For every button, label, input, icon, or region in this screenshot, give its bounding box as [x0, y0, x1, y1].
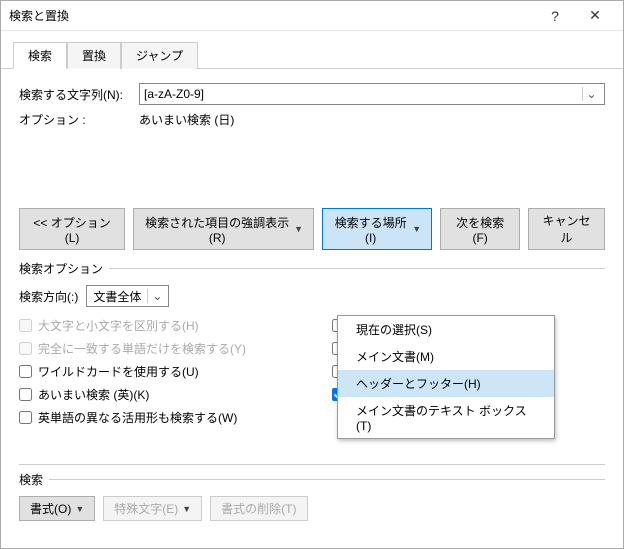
- whole-word-checkbox: 完全に一致する単語だけを検索する(Y): [19, 340, 292, 357]
- search-options-title: 検索オプション: [19, 260, 109, 277]
- search-direction-label: 検索方向(:): [19, 288, 78, 305]
- close-button[interactable]: ✕: [575, 7, 615, 24]
- wildcards-checkbox[interactable]: ワイルドカードを使用する(U): [19, 363, 292, 380]
- help-button[interactable]: ?: [535, 8, 575, 24]
- chevron-down-icon: ▼: [294, 224, 303, 234]
- format-button[interactable]: 書式(O)▼: [19, 496, 95, 521]
- find-format-title: 検索: [19, 471, 49, 488]
- search-direction-value: 文書全体: [93, 288, 141, 305]
- search-direction-select[interactable]: 文書全体 ⌄: [86, 285, 169, 307]
- find-in-label: 検索する場所(I): [333, 214, 408, 245]
- dialog-title: 検索と置換: [9, 7, 535, 24]
- titlebar: 検索と置換 ? ✕: [1, 1, 623, 31]
- tab-replace[interactable]: 置換: [67, 42, 121, 69]
- less-options-button[interactable]: << オプション(L): [19, 208, 125, 250]
- chevron-down-icon[interactable]: ⌄: [582, 87, 600, 101]
- dropdown-text-boxes[interactable]: メイン文書のテキスト ボックス(T): [338, 397, 554, 438]
- find-what-row: 検索する文字列(N): [a-zA-Z0-9] ⌄: [19, 83, 605, 105]
- search-direction-row: 検索方向(:) 文書全体 ⌄: [19, 285, 605, 307]
- word-forms-checkbox[interactable]: 英単語の異なる活用形も検索する(W): [19, 409, 292, 426]
- options-left-column: 大文字と小文字を区別する(H) 完全に一致する単語だけを検索する(Y) ワイルド…: [19, 317, 292, 436]
- options-display-label: オプション :: [19, 111, 139, 128]
- find-what-label: 検索する文字列(N):: [19, 86, 139, 103]
- tab-find[interactable]: 検索: [13, 42, 67, 69]
- dropdown-current-selection[interactable]: 現在の選択(S): [338, 316, 554, 343]
- dropdown-headers-footers[interactable]: ヘッダーとフッター(H): [338, 370, 554, 397]
- search-options-group: 検索オプション: [19, 260, 605, 277]
- find-replace-dialog: 検索と置換 ? ✕ 検索 置換 ジャンプ 検索する文字列(N): [a-zA-Z…: [0, 0, 624, 549]
- chevron-down-icon: ▼: [412, 224, 421, 234]
- find-what-input[interactable]: [a-zA-Z0-9] ⌄: [139, 83, 605, 105]
- tab-jump[interactable]: ジャンプ: [121, 42, 198, 69]
- find-next-button[interactable]: 次を検索(F): [440, 208, 520, 250]
- options-display-row: オプション : あいまい検索 (日): [19, 111, 605, 128]
- cancel-button[interactable]: キャンセル: [528, 208, 605, 250]
- find-format-group: 検索: [19, 471, 605, 488]
- main-button-row: << オプション(L) 検索された項目の強調表示(R) ▼ 検索する場所(I) …: [19, 208, 605, 250]
- dialog-body: 検索する文字列(N): [a-zA-Z0-9] ⌄ オプション : あいまい検索…: [1, 69, 623, 548]
- dropdown-main-document[interactable]: メイン文書(M): [338, 343, 554, 370]
- sounds-like-checkbox[interactable]: あいまい検索 (英)(K): [19, 386, 292, 403]
- options-display-value: あいまい検索 (日): [139, 111, 234, 128]
- find-in-button[interactable]: 検索する場所(I) ▼: [322, 208, 432, 250]
- special-button: 特殊文字(E)▼: [103, 496, 202, 521]
- chevron-down-icon: ▼: [75, 504, 84, 514]
- tab-strip: 検索 置換 ジャンプ: [1, 31, 623, 69]
- find-what-value: [a-zA-Z0-9]: [144, 87, 204, 101]
- chevron-down-icon: ⌄: [147, 289, 166, 303]
- find-in-dropdown: 現在の選択(S) メイン文書(M) ヘッダーとフッター(H) メイン文書のテキス…: [337, 315, 555, 439]
- no-formatting-button: 書式の削除(T): [210, 496, 307, 521]
- chevron-down-icon: ▼: [182, 504, 191, 514]
- match-case-checkbox: 大文字と小文字を区別する(H): [19, 317, 292, 334]
- format-button-row: 書式(O)▼ 特殊文字(E)▼ 書式の削除(T): [19, 496, 605, 521]
- bottom-section: 検索 書式(O)▼ 特殊文字(E)▼ 書式の削除(T): [19, 464, 605, 521]
- reading-highlight-label: 検索された項目の強調表示(R): [144, 214, 290, 245]
- reading-highlight-button[interactable]: 検索された項目の強調表示(R) ▼: [133, 208, 314, 250]
